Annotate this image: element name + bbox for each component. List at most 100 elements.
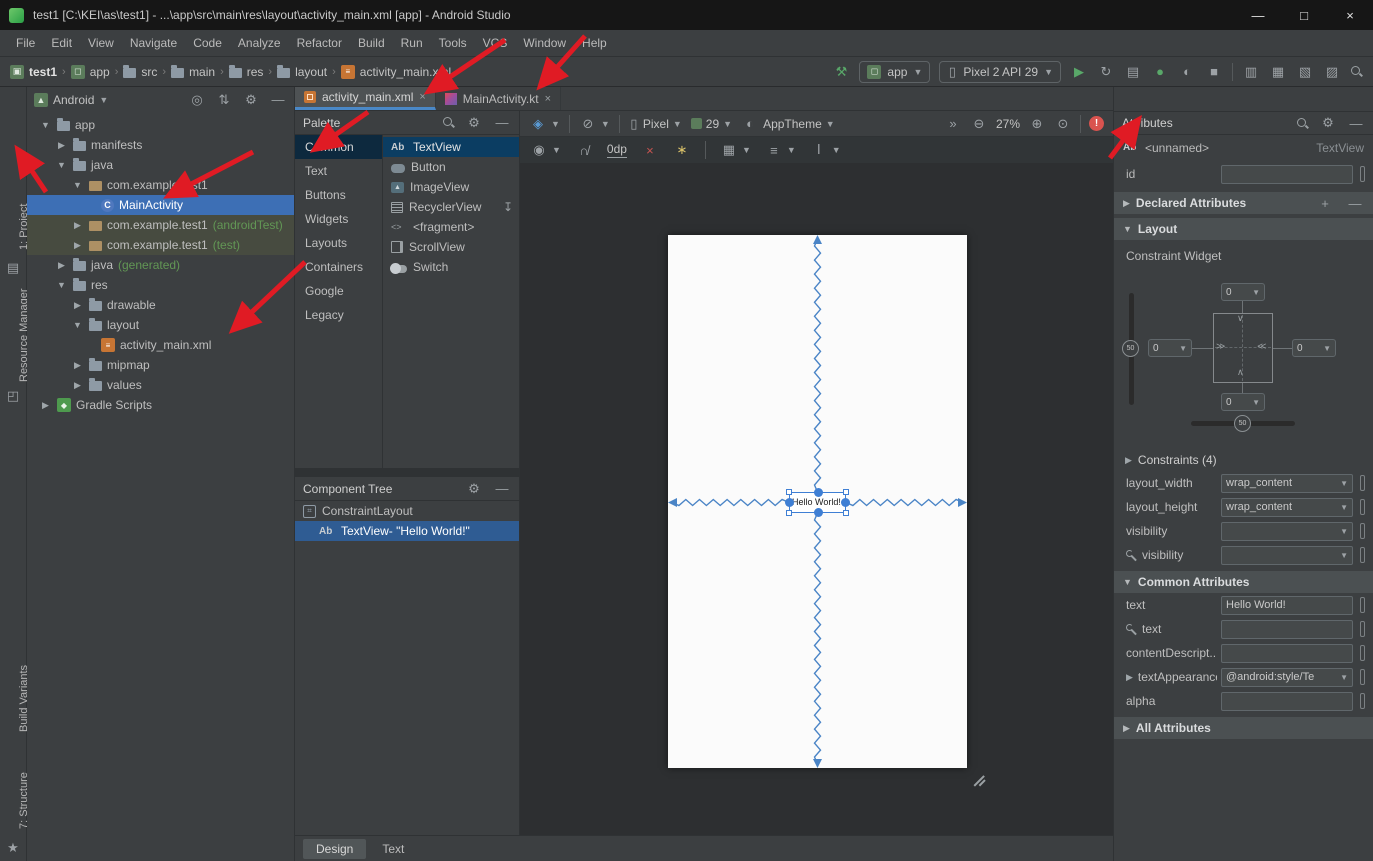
hide-panel-icon[interactable]: — [493, 114, 511, 132]
chevron-right-icon[interactable]: ▶ [55, 260, 68, 271]
tab-design[interactable]: Design [303, 839, 366, 859]
menu-navigate[interactable]: Navigate [122, 36, 185, 50]
apply-changes-icon[interactable]: ↻ [1097, 63, 1115, 81]
tab-mainactivity-kt[interactable]: MainActivity.kt × [436, 87, 561, 110]
menu-window[interactable]: Window [515, 36, 574, 50]
palette-item-button[interactable]: Button [383, 157, 519, 177]
margin-bottom-combo[interactable]: 0 ▼ [1221, 393, 1265, 411]
layout-width-combo[interactable]: wrap_content ▼ [1221, 474, 1353, 493]
resize-handle-ne[interactable] [843, 489, 849, 495]
attribute-flag[interactable] [1360, 166, 1365, 182]
run-config-selector[interactable]: ◻ app ▼ [859, 61, 930, 83]
palette-item-switch[interactable]: Switch [383, 257, 519, 277]
view-options-menu[interactable]: ◉ ▼ [530, 141, 561, 159]
design-canvas[interactable]: Hello World! [520, 163, 1113, 835]
palette-item-imageview[interactable]: ▲ ImageView [383, 177, 519, 197]
menu-run[interactable]: Run [393, 36, 431, 50]
attribute-flag[interactable] [1360, 475, 1365, 491]
tree-item-gradle-scripts[interactable]: ▶ ◆ Gradle Scripts [27, 395, 294, 415]
api-level-menu[interactable]: 29 ▼ [691, 117, 732, 131]
horizontal-bias-handle[interactable]: 50 [1234, 415, 1251, 432]
component-textview[interactable]: Ab TextView- "Hello World!" [295, 521, 519, 541]
zoom-out-icon[interactable]: ⊖ [970, 115, 988, 133]
guidelines-menu[interactable]: ▦ ▼ [720, 141, 751, 159]
device-selector[interactable]: ▯ Pixel 2 API 29 ▼ [939, 61, 1061, 83]
chevron-down-icon[interactable]: ▼ [39, 120, 52, 130]
tree-item-layout[interactable]: ▼ layout [27, 315, 294, 335]
chevron-down-icon[interactable]: ▼ [71, 180, 84, 190]
chevron-right-icon[interactable]: ▶ [55, 140, 68, 151]
menu-build[interactable]: Build [350, 36, 393, 50]
attribute-flag[interactable] [1360, 499, 1365, 515]
tree-item-java-generated[interactable]: ▶ java (generated) [27, 255, 294, 275]
visibility-combo[interactable]: ▼ [1221, 522, 1353, 541]
breadcrumb-layout[interactable]: layout [277, 65, 327, 79]
menu-analyze[interactable]: Analyze [230, 36, 289, 50]
palette-category-widgets[interactable]: Widgets [295, 207, 382, 231]
component-constraintlayout[interactable]: ⌗ ConstraintLayout [295, 501, 519, 521]
chevron-down-icon[interactable]: ▼ [71, 320, 84, 330]
debug-icon[interactable]: ● [1151, 63, 1169, 81]
breadcrumb-project[interactable]: ▣ test1 [10, 65, 57, 79]
gear-icon[interactable]: ⚙ [242, 91, 260, 109]
breadcrumb-file[interactable]: ≡ activity_main.xml [341, 65, 451, 79]
tools-visibility-combo[interactable]: ▼ [1221, 546, 1353, 565]
tools-text-input[interactable] [1221, 620, 1353, 639]
menu-code[interactable]: Code [185, 36, 230, 50]
panel-splitter[interactable] [295, 468, 519, 477]
locate-file-icon[interactable]: ◎ [188, 91, 206, 109]
palette-item-recyclerview[interactable]: RecyclerView ↧ [383, 197, 519, 217]
zoom-in-icon[interactable]: ⊕ [1028, 115, 1046, 133]
overflow-chevrons[interactable]: » [944, 115, 962, 133]
attribute-flag[interactable] [1360, 597, 1365, 613]
tab-activity-main-xml[interactable]: activity_main.xml × [295, 87, 436, 110]
sdk-manager-icon[interactable]: ▨ [1323, 63, 1341, 81]
tree-item-app[interactable]: ▼ app [27, 115, 294, 135]
device-menu[interactable]: ▯ Pixel ▼ [629, 115, 682, 133]
palette-item-fragment[interactable]: <> <fragment> [383, 217, 519, 237]
attribute-flag[interactable] [1360, 621, 1365, 637]
chevron-right-icon[interactable]: ▶ [71, 300, 84, 311]
margin-top-combo[interactable]: 0 ▼ [1221, 283, 1265, 301]
alpha-input[interactable] [1221, 692, 1353, 711]
menu-view[interactable]: View [80, 36, 122, 50]
tree-item-manifests[interactable]: ▶ manifests [27, 135, 294, 155]
build-hammer-icon[interactable]: ⚒ [832, 63, 850, 81]
section-layout[interactable]: ▼ Layout [1114, 218, 1373, 240]
palette-item-scrollview[interactable]: ScrollView [383, 237, 519, 257]
palette-category-containers[interactable]: Containers [295, 255, 382, 279]
avd-manager-icon[interactable]: ▧ [1296, 63, 1314, 81]
tree-item-res[interactable]: ▼ res [27, 275, 294, 295]
layout-height-combo[interactable]: wrap_content ▼ [1221, 498, 1353, 517]
palette-category-buttons[interactable]: Buttons [295, 183, 382, 207]
remove-attribute-icon[interactable]: — [1346, 194, 1364, 212]
resize-handle-sw[interactable] [786, 510, 792, 516]
palette-category-common[interactable]: Common [295, 135, 382, 159]
section-all-attributes[interactable]: ▶ All Attributes [1114, 717, 1373, 739]
close-button[interactable]: × [1327, 0, 1373, 30]
chevron-right-icon[interactable]: ▶ [71, 380, 84, 391]
chevron-right-icon[interactable]: ▶ [71, 240, 84, 251]
search-everywhere-icon[interactable] [1350, 65, 1363, 78]
constraints-group[interactable]: ▶ Constraints (4) [1114, 449, 1373, 471]
resize-handle-se[interactable] [843, 510, 849, 516]
menu-tools[interactable]: Tools [431, 36, 475, 50]
tree-item-package[interactable]: ▼ com.example.test1 [27, 175, 294, 195]
default-margin-selector[interactable]: 0dp [607, 142, 627, 158]
palette-category-google[interactable]: Google [295, 279, 382, 303]
menu-refactor[interactable]: Refactor [289, 36, 350, 50]
maximize-button[interactable]: □ [1281, 0, 1327, 30]
tree-item-mipmap[interactable]: ▶ mipmap [27, 355, 294, 375]
gear-icon[interactable]: ⚙ [465, 480, 483, 498]
chevron-right-icon[interactable]: ▶ [71, 360, 84, 371]
profiler-icon[interactable]: ◐ [1178, 63, 1196, 81]
orientation-selector[interactable]: ⊘ ▼ [579, 115, 610, 133]
gear-icon[interactable]: ⚙ [465, 114, 483, 132]
tree-item-package-androidtest[interactable]: ▶ com.example.test1 (androidTest) [27, 215, 294, 235]
resize-handle-nw[interactable] [786, 489, 792, 495]
tree-item-package-test[interactable]: ▶ com.example.test1 (test) [27, 235, 294, 255]
surface-mode-selector[interactable]: ◈ ▼ [529, 115, 560, 133]
attribute-flag[interactable] [1360, 645, 1365, 661]
margin-right-combo[interactable]: 0 ▼ [1292, 339, 1336, 357]
tab-text[interactable]: Text [369, 839, 417, 859]
